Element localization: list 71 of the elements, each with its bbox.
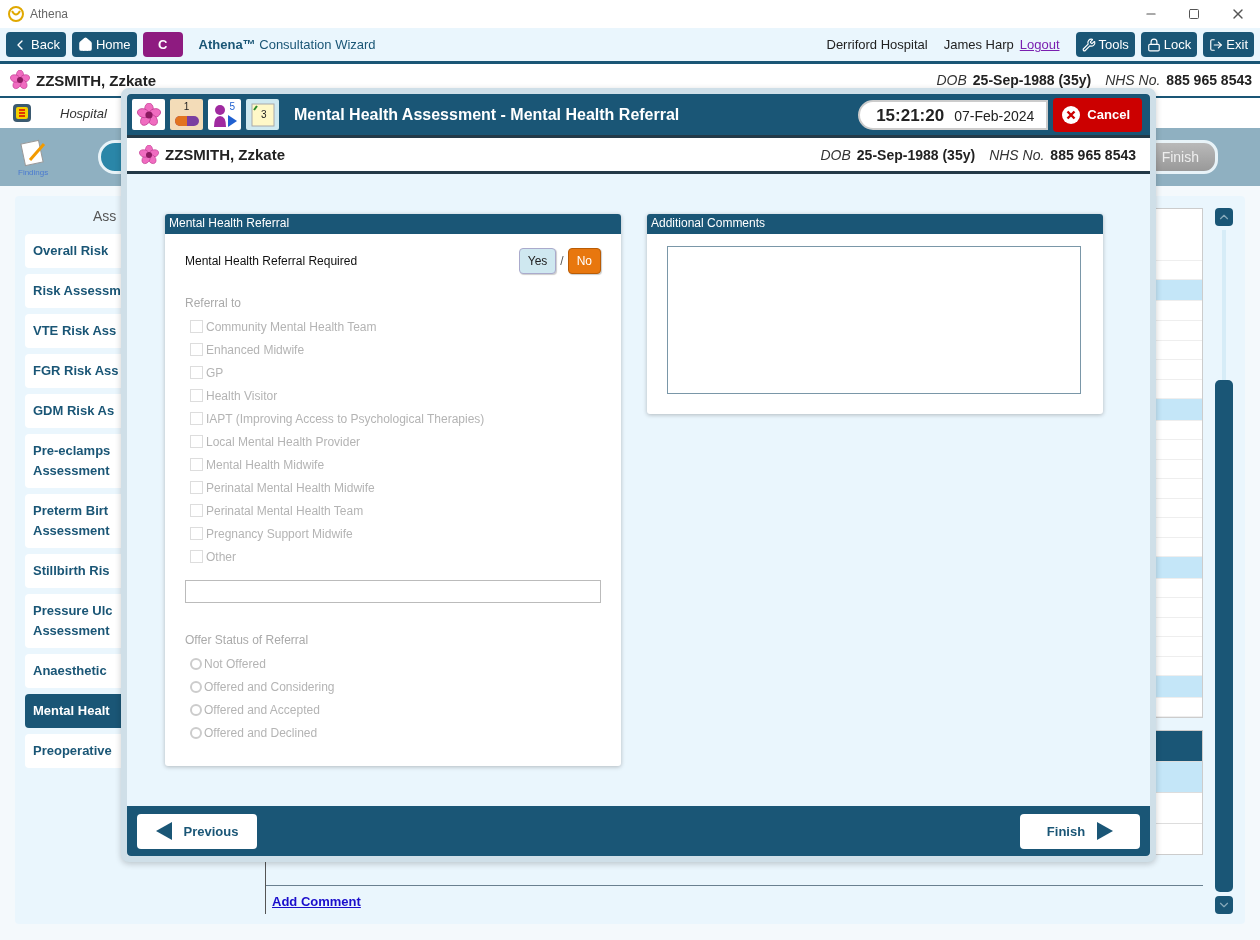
separator-text: / bbox=[560, 254, 564, 268]
dob-value: 25-Sep-1988 (35y) bbox=[856, 146, 976, 163]
offer-status-label: Offer Status of Referral bbox=[185, 633, 310, 647]
previous-button[interactable]: Previous bbox=[137, 813, 257, 849]
maximize-icon[interactable] bbox=[1188, 8, 1200, 20]
checkbox-label: GP bbox=[206, 365, 224, 380]
cancel-button[interactable]: Cancel bbox=[1053, 97, 1142, 132]
logout-link[interactable]: Logout bbox=[1019, 37, 1060, 52]
lock-icon bbox=[1146, 37, 1161, 52]
pill-tile-icon[interactable]: 1 bbox=[170, 99, 203, 130]
back-button[interactable]: Back bbox=[6, 32, 66, 57]
patient-name: ZZSMITH, Zzkate bbox=[165, 146, 285, 163]
home-icon bbox=[77, 37, 93, 52]
wizard-title: Athena™ Consultation Wizard bbox=[198, 37, 376, 52]
checkbox-label: Enhanced Midwife bbox=[206, 342, 305, 357]
dob-label: DOB bbox=[820, 146, 851, 163]
add-comment-link[interactable]: Add Comment bbox=[272, 894, 361, 909]
radio-label: Offered and Declined bbox=[204, 725, 318, 740]
window-title: Athena bbox=[30, 7, 69, 21]
exit-button[interactable]: Exit bbox=[1203, 32, 1254, 57]
dob-value: 25-Sep-1988 (35y) bbox=[972, 72, 1092, 88]
checkbox-label: Perinatal Mental Health Team bbox=[206, 503, 364, 518]
exit-icon bbox=[1209, 37, 1224, 52]
nhs-value: 885 965 8543 bbox=[1166, 72, 1252, 88]
scroll-down-button[interactable] bbox=[1215, 896, 1233, 914]
checkbox-label: IAPT (Improving Access to Psychological Therapies) bbox=[206, 411, 485, 426]
wrench-icon bbox=[1081, 37, 1096, 52]
panel-title: Additional Comments bbox=[647, 214, 1103, 234]
left-triangle-icon bbox=[155, 822, 172, 840]
scrollbar-thumb[interactable] bbox=[1215, 380, 1233, 892]
tools-button[interactable]: Tools bbox=[1075, 32, 1135, 57]
panel-title: Mental Health Referral bbox=[165, 214, 621, 234]
hospital-label: Hospital bbox=[60, 105, 107, 121]
flower-tile-icon[interactable] bbox=[132, 99, 165, 130]
notes-tile-icon[interactable]: 3 bbox=[246, 99, 279, 130]
referral-to-label: Referral to bbox=[185, 296, 243, 310]
checkbox-label: Other bbox=[206, 549, 236, 564]
nhs-label: NHS No. bbox=[1105, 72, 1161, 88]
hospital-name: Derriford Hospital bbox=[826, 37, 928, 52]
app-logo-icon bbox=[8, 6, 24, 22]
dob-label: DOB bbox=[936, 72, 967, 88]
question-label: Mental Health Referral Required bbox=[185, 254, 359, 268]
scroll-up-button[interactable] bbox=[1215, 208, 1233, 226]
hand-logo-icon bbox=[12, 103, 32, 123]
checkbox-label: Perinatal Mental Health Midwife bbox=[206, 480, 375, 495]
checkbox-label: Health Visitor bbox=[206, 388, 278, 403]
checkbox-label: Pregnancy Support Midwife bbox=[206, 526, 353, 541]
flower-icon bbox=[10, 70, 30, 90]
radio-label: Offered and Accepted bbox=[204, 702, 320, 717]
radio-label: Not Offered bbox=[204, 656, 266, 671]
radio-label: Offered and Considering bbox=[204, 679, 335, 694]
time-display: 15:21:20 07-Feb-2024 bbox=[858, 99, 1049, 130]
user-name: James Harp bbox=[943, 37, 1014, 52]
person-tile-icon[interactable]: 5 bbox=[208, 99, 241, 130]
right-triangle-icon bbox=[1097, 822, 1114, 840]
flower-icon bbox=[139, 144, 159, 165]
checkbox-label: Local Mental Health Provider bbox=[206, 434, 361, 449]
lock-button[interactable]: Lock bbox=[1140, 32, 1198, 57]
checkbox-label: Community Mental Health Team bbox=[206, 319, 377, 334]
finish-button[interactable]: Finish bbox=[1020, 813, 1140, 849]
comments-field[interactable] bbox=[667, 246, 1081, 394]
nhs-value: 885 965 8543 bbox=[1050, 146, 1136, 163]
checkbox-label: Mental Health Midwife bbox=[206, 457, 325, 472]
c-button[interactable]: C bbox=[142, 32, 183, 57]
dialog-title: Mental Health Assessment - Mental Health Referral bbox=[294, 105, 680, 124]
nhs-label: NHS No. bbox=[989, 146, 1045, 163]
flower-icon bbox=[136, 102, 161, 127]
close-circle-icon bbox=[1061, 104, 1082, 125]
nav-heading: Ass bbox=[93, 208, 117, 224]
patient-name: ZZSMITH, Zzkate bbox=[36, 71, 156, 89]
home-button[interactable]: Home bbox=[71, 32, 137, 57]
